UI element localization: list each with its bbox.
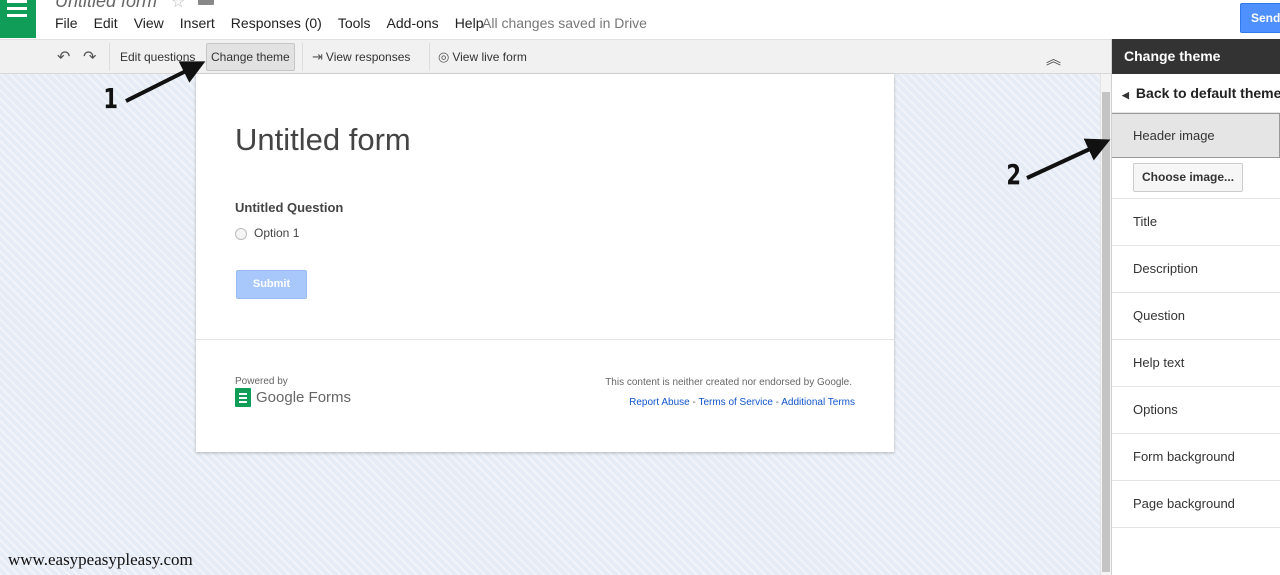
- menu-file[interactable]: File: [55, 15, 78, 31]
- menu-help[interactable]: Help: [455, 15, 484, 31]
- star-icon[interactable]: ☆: [171, 0, 185, 12]
- terms-of-service-link[interactable]: Terms of Service: [698, 397, 772, 408]
- choose-image-button[interactable]: Choose image...: [1133, 163, 1244, 192]
- top-bar: Untitled form ☆ File Edit View Insert Re…: [0, 0, 1280, 39]
- footer-links: Report Abuse - Terms of Service - Additi…: [629, 397, 855, 408]
- panel-item-description[interactable]: Description: [1112, 246, 1280, 293]
- forms-sheet-icon: [235, 388, 251, 407]
- toolbar-divider: [109, 43, 110, 71]
- report-abuse-link[interactable]: Report Abuse: [629, 397, 690, 408]
- option-label: Option 1: [254, 226, 300, 240]
- panel-item-title[interactable]: Title: [1112, 199, 1280, 246]
- menu-tools[interactable]: Tools: [338, 15, 371, 31]
- watermark: www.easypeasypleasy.com: [8, 550, 193, 569]
- panel-item-help-text[interactable]: Help text: [1112, 340, 1280, 387]
- panel-item-question[interactable]: Question: [1112, 293, 1280, 340]
- question-title: Untitled Question: [235, 200, 344, 215]
- link-separator: -: [772, 397, 782, 408]
- redo-icon[interactable]: ↷: [83, 47, 96, 67]
- view-live-form-button[interactable]: ◎ View live form: [433, 43, 532, 71]
- save-status: All changes saved in Drive: [482, 15, 647, 31]
- scrollbar[interactable]: [1100, 74, 1111, 575]
- menu-view[interactable]: View: [134, 15, 164, 31]
- export-icon: ⇥: [312, 49, 323, 64]
- toolbar-divider: [429, 43, 430, 71]
- submit-button[interactable]: Submit: [236, 270, 307, 299]
- globe-icon: ◎: [438, 49, 450, 64]
- change-theme-button[interactable]: Change theme: [206, 43, 295, 71]
- view-live-form-label: View live form: [452, 50, 527, 64]
- scrollbar-thumb[interactable]: [1102, 92, 1110, 572]
- edit-questions-button[interactable]: Edit questions: [115, 43, 200, 71]
- document-title[interactable]: Untitled form: [55, 0, 157, 12]
- panel-header: Change theme: [1112, 39, 1280, 74]
- back-label: Back to default themes: [1135, 85, 1280, 101]
- view-responses-label: View responses: [325, 50, 411, 64]
- undo-icon[interactable]: ↶: [57, 47, 70, 67]
- forms-app-icon[interactable]: [0, 0, 36, 38]
- toolbar: ↶ ↷ Edit questions Change theme ⇥ View re…: [0, 39, 1111, 74]
- additional-terms-link[interactable]: Additional Terms: [781, 397, 855, 408]
- folder-icon[interactable]: [198, 0, 214, 5]
- form-preview-card: Untitled form Untitled Question Option 1…: [196, 74, 894, 452]
- back-to-default-themes[interactable]: ◀ Back to default themes: [1112, 74, 1280, 113]
- annotation-number-2: 2: [1006, 158, 1022, 191]
- menu-add-ons[interactable]: Add-ons: [387, 15, 439, 31]
- collapse-chevron-icon[interactable]: ︽: [1046, 48, 1061, 69]
- card-divider: [196, 339, 894, 340]
- menu-bar: File Edit View Insert Responses (0) Tool…: [55, 15, 483, 31]
- panel-item-form-background[interactable]: Form background: [1112, 434, 1280, 481]
- panel-item-page-background[interactable]: Page background: [1112, 481, 1280, 528]
- menu-insert[interactable]: Insert: [180, 15, 215, 31]
- view-responses-button[interactable]: ⇥ View responses: [307, 43, 415, 71]
- brand-label: Google Forms: [256, 389, 352, 406]
- powered-by-label: Powered by: [235, 376, 288, 387]
- menu-responses[interactable]: Responses (0): [231, 15, 322, 31]
- change-theme-panel: Change theme ◀ Back to default themes Hea…: [1111, 39, 1280, 575]
- disclaimer-text: This content is neither created nor endo…: [605, 377, 852, 388]
- annotation-number-1: 1: [103, 82, 119, 115]
- panel-item-header-image[interactable]: Header image: [1112, 113, 1280, 158]
- choose-image-row: Choose image...: [1112, 158, 1280, 199]
- form-title: Untitled form: [235, 122, 411, 157]
- menu-edit[interactable]: Edit: [94, 15, 118, 31]
- panel-item-options[interactable]: Options: [1112, 387, 1280, 434]
- caret-left-icon: ◀: [1122, 90, 1129, 100]
- send-button[interactable]: Send: [1240, 3, 1280, 33]
- google-forms-logo: Google Forms: [235, 388, 351, 407]
- option-radio[interactable]: [235, 228, 247, 240]
- toolbar-divider: [302, 43, 303, 71]
